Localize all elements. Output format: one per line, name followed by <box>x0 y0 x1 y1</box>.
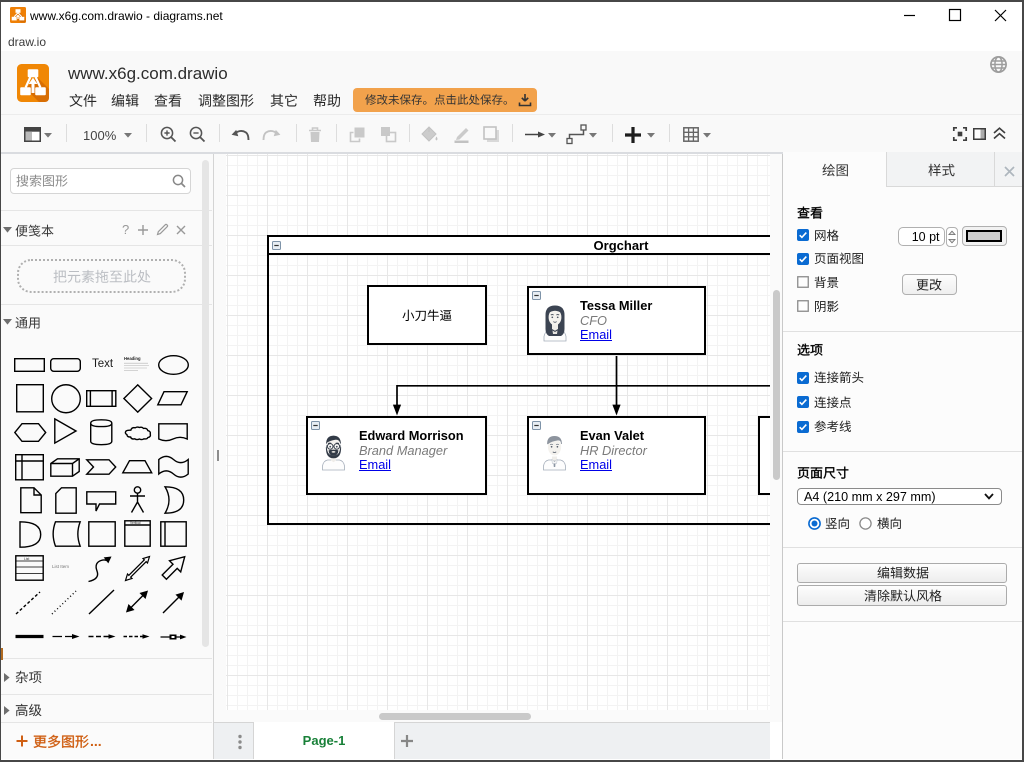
svg-text:Heading: Heading <box>124 356 141 361</box>
svg-text:List: List <box>24 557 29 561</box>
svg-text:Vertical: Vertical <box>130 521 141 525</box>
